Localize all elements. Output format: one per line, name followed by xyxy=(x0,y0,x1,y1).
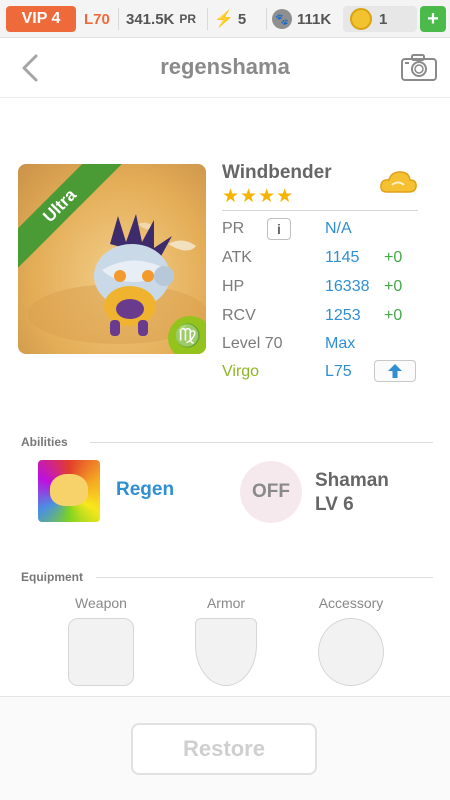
stat-label: Level 70 xyxy=(222,335,283,352)
pet-portrait[interactable]: Ultra ♍ xyxy=(18,164,206,354)
weapon-label: Weapon xyxy=(75,595,127,611)
coin-counter[interactable]: 1 xyxy=(350,6,387,32)
stat-value: N/A xyxy=(325,220,352,237)
stat-value: 1253 xyxy=(325,307,361,324)
pet-creature-icon xyxy=(94,214,174,336)
divider xyxy=(118,8,119,30)
passive-off-badge[interactable]: OFF xyxy=(240,461,302,523)
divider xyxy=(207,8,208,30)
passive-level: LV 6 xyxy=(315,494,354,515)
player-pr: 341.5K PR xyxy=(126,6,196,32)
stat-row-zodiac: Virgo L75 xyxy=(222,360,422,387)
divider xyxy=(96,577,433,578)
virgo-zodiac-icon: ♍ xyxy=(168,316,206,354)
armor-slot[interactable] xyxy=(195,618,257,686)
accessory-slot[interactable] xyxy=(318,618,384,686)
stat-value: 16338 xyxy=(325,278,370,295)
stat-label: ATK xyxy=(222,249,252,266)
stat-row-level: Level 70 Max xyxy=(222,335,422,359)
divider xyxy=(90,442,433,443)
stat-bonus: +0 xyxy=(384,307,403,324)
stat-bonus: +0 xyxy=(384,278,403,295)
stat-label: PR xyxy=(222,220,245,237)
coin-icon xyxy=(350,8,372,30)
cloud-element-icon xyxy=(380,171,417,193)
armor-label: Armor xyxy=(206,595,246,611)
upgrade-button[interactable] xyxy=(374,360,416,382)
section-title-equipment: Equipment xyxy=(21,570,83,584)
energy-counter[interactable]: ⚡ 5 xyxy=(214,6,246,32)
regen-ability-icon[interactable] xyxy=(38,460,100,522)
info-icon[interactable]: i xyxy=(267,218,291,240)
up-arrow-icon xyxy=(388,364,402,378)
status-bar: VIP 4 L70 341.5K PR ⚡ 5 🐾 111K 1 + xyxy=(0,0,450,38)
pet-name: Windbender xyxy=(222,162,332,183)
passive-info: Shaman LV 6 xyxy=(315,469,389,517)
stat-label: HP xyxy=(222,278,245,295)
paw-counter[interactable]: 🐾 111K xyxy=(272,6,331,32)
stat-row-hp: HP 16338 +0 xyxy=(222,278,422,302)
divider xyxy=(222,210,418,211)
pr-value: 341.5K xyxy=(126,10,175,28)
lightning-icon: ⚡ xyxy=(214,11,234,28)
vip-badge[interactable]: VIP 4 xyxy=(6,6,76,32)
paw-icon: 🐾 xyxy=(272,9,292,29)
star-rating: ★★★★ xyxy=(222,186,295,207)
stat-label: RCV xyxy=(222,307,256,324)
stat-row-pr: PR i N/A xyxy=(222,218,422,244)
stat-bonus: +0 xyxy=(384,249,403,266)
accessory-label: Accessory xyxy=(318,595,384,611)
add-coins-button[interactable]: + xyxy=(420,6,446,32)
page-title: regenshama xyxy=(160,54,290,79)
energy-value: 5 xyxy=(237,10,247,28)
section-title-abilities: Abilities xyxy=(21,435,68,449)
stat-row-atk: ATK 1145 +0 xyxy=(222,249,422,273)
camera-icon[interactable] xyxy=(400,52,438,82)
weapon-slot[interactable] xyxy=(68,618,134,686)
divider xyxy=(266,8,267,30)
passive-name: Shaman xyxy=(315,470,389,491)
paw-value: 111K xyxy=(297,10,332,28)
stat-value: 1145 xyxy=(325,249,360,266)
restore-button[interactable]: Restore xyxy=(131,723,317,775)
zodiac-level: L75 xyxy=(325,363,352,380)
nav-bar: regenshama xyxy=(0,38,450,98)
stat-value: Max xyxy=(325,335,356,352)
player-level: L70 xyxy=(84,10,110,28)
ability-face xyxy=(50,474,88,506)
zodiac-label: Virgo xyxy=(222,363,260,380)
coin-value: 1 xyxy=(379,10,388,28)
stat-row-rcv: RCV 1253 +0 xyxy=(222,307,422,331)
ability-name[interactable]: Regen xyxy=(116,479,174,501)
pr-unit: PR xyxy=(179,12,197,26)
